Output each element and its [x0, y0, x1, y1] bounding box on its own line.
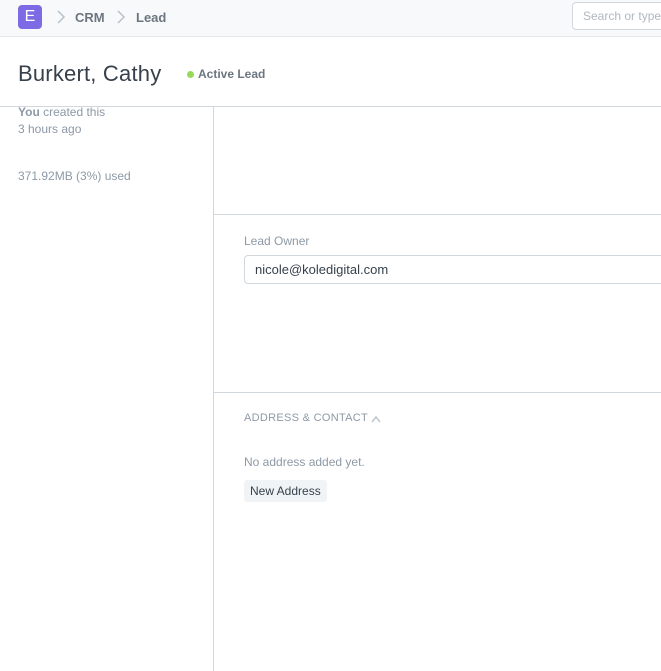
section-divider	[214, 214, 661, 215]
status-indicator-dot	[187, 71, 194, 78]
lead-owner-field[interactable]	[244, 255, 661, 284]
section-divider	[214, 392, 661, 393]
app-logo[interactable]: E	[18, 5, 42, 29]
storage-usage: 371.92MB (3%) used	[18, 169, 131, 183]
chevron-up-icon[interactable]	[370, 414, 382, 424]
new-address-button[interactable]: New Address	[244, 480, 327, 502]
top-navbar: E CRM Lead	[0, 0, 661, 37]
address-contact-heading[interactable]: ADDRESS & CONTACT	[244, 412, 368, 424]
created-by-user: You	[18, 105, 40, 119]
chevron-right-icon	[116, 9, 126, 25]
breadcrumb-crm[interactable]: CRM	[75, 10, 105, 25]
breadcrumb-lead[interactable]: Lead	[136, 10, 166, 25]
created-by-text: created this	[39, 105, 106, 119]
created-by-info: You created this	[18, 105, 105, 119]
created-time: 3 hours ago	[18, 122, 82, 136]
status-badge: Active Lead	[198, 67, 266, 81]
chevron-right-icon	[56, 9, 66, 25]
search-input[interactable]	[572, 2, 661, 30]
lead-owner-label: Lead Owner	[244, 234, 310, 248]
no-address-message: No address added yet.	[244, 455, 365, 469]
page-title: Burkert, Cathy	[18, 61, 162, 86]
sidebar-divider	[213, 107, 214, 671]
